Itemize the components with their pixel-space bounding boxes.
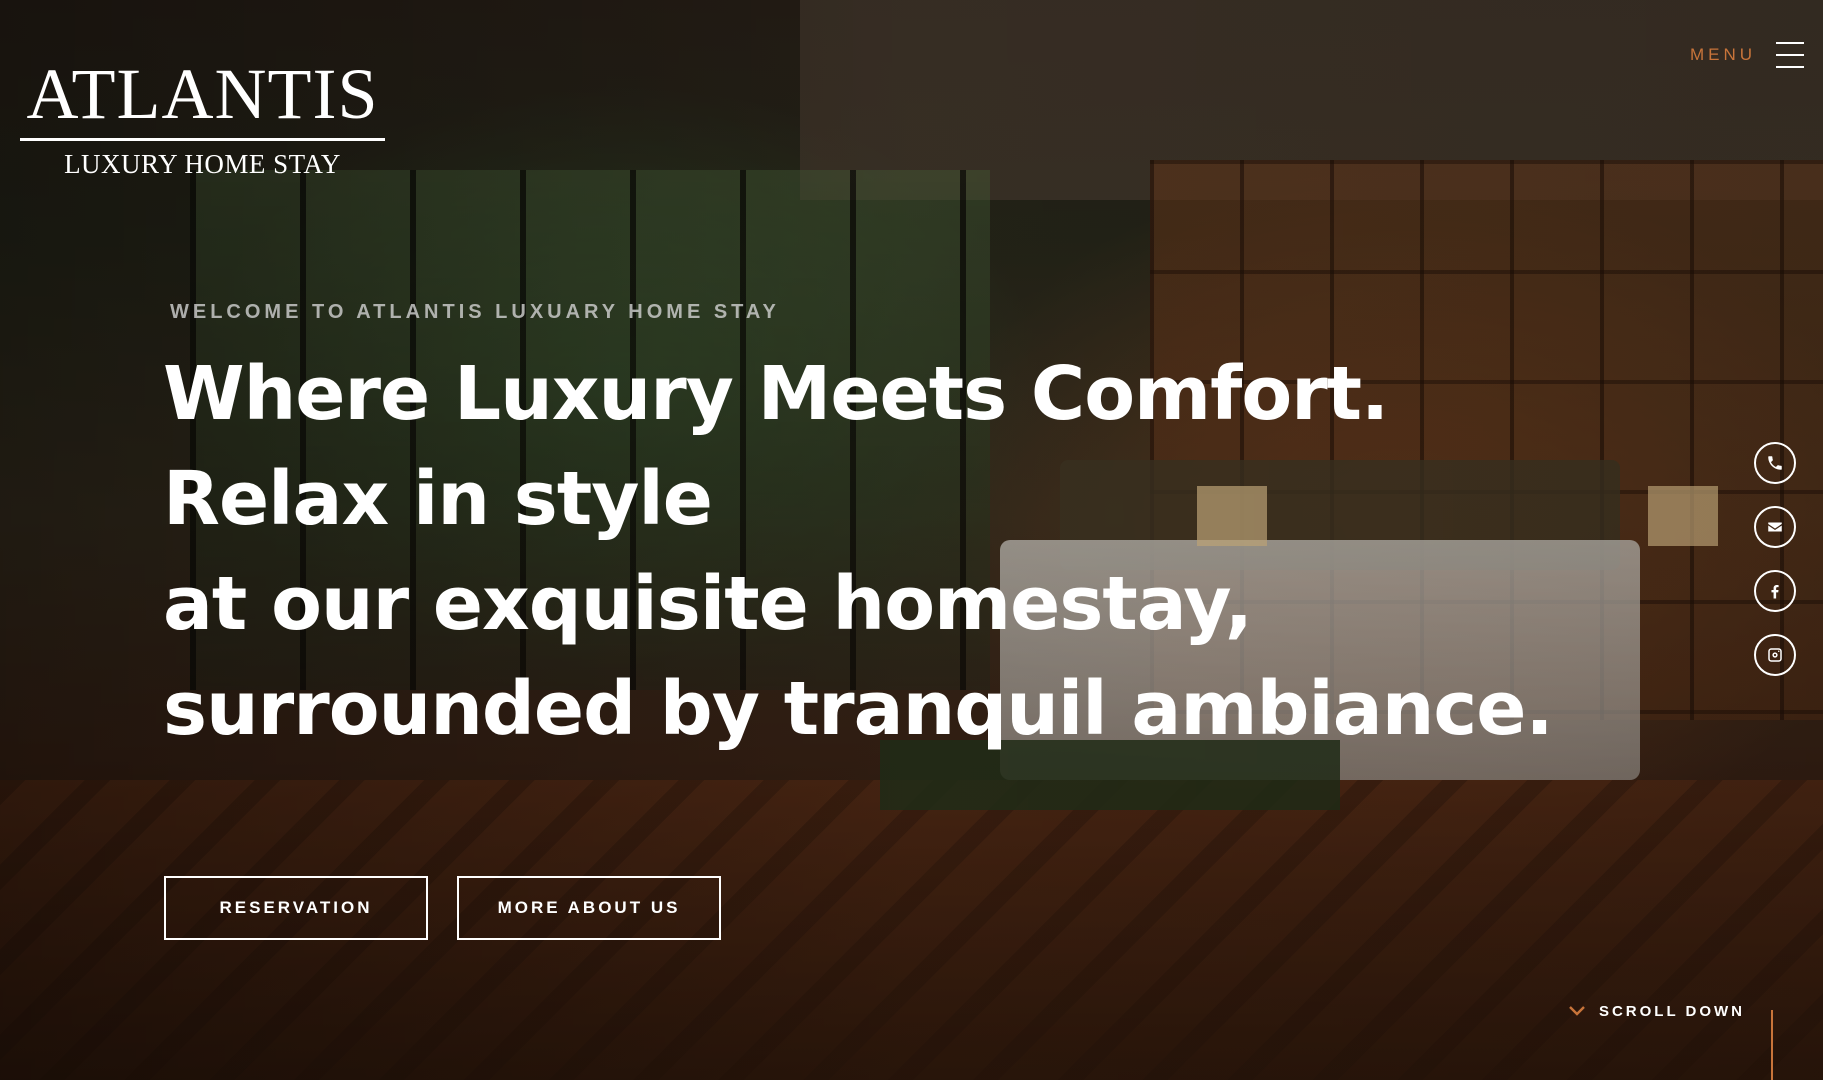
hero-section: ATLANTIS LUXURY HOME STAY MENU WELCOME T… [0,0,1823,1080]
reservation-button[interactable]: RESERVATION [164,876,428,940]
welcome-eyebrow: WELCOME TO ATLANTIS LUXUARY HOME STAY [170,301,780,323]
scroll-down-label: SCROLL DOWN [1598,1003,1745,1020]
facebook-icon[interactable] [1754,570,1796,612]
email-icon[interactable] [1754,506,1796,548]
site-logo[interactable]: ATLANTIS LUXURY HOME STAY [20,56,385,180]
logo-subtitle: LUXURY HOME STAY [64,149,341,179]
headline-line-1: Where Luxury Meets Comfort. [163,351,1389,437]
menu-label: MENU [1689,45,1756,64]
more-about-us-button[interactable]: MORE ABOUT US [457,876,721,940]
hero-headline: Where Luxury Meets Comfort. Relax in sty… [163,342,1554,762]
headline-line-2: Relax in style [163,456,713,542]
menu-toggle[interactable]: MENU [1690,42,1804,68]
hamburger-icon[interactable] [1776,42,1804,68]
logo-divider [20,138,385,141]
logo-title: ATLANTIS [26,54,379,134]
headline-line-3: at our exquisite homestay, [163,561,1253,647]
social-links [1754,442,1796,676]
scroll-down-link[interactable]: SCROLL DOWN [1569,1002,1745,1021]
scroll-indicator-line [1771,1010,1773,1080]
instagram-icon[interactable] [1754,634,1796,676]
chevron-down-icon [1569,1002,1585,1021]
phone-icon[interactable] [1754,442,1796,484]
headline-line-4: surrounded by tranquil ambiance. [163,666,1554,752]
